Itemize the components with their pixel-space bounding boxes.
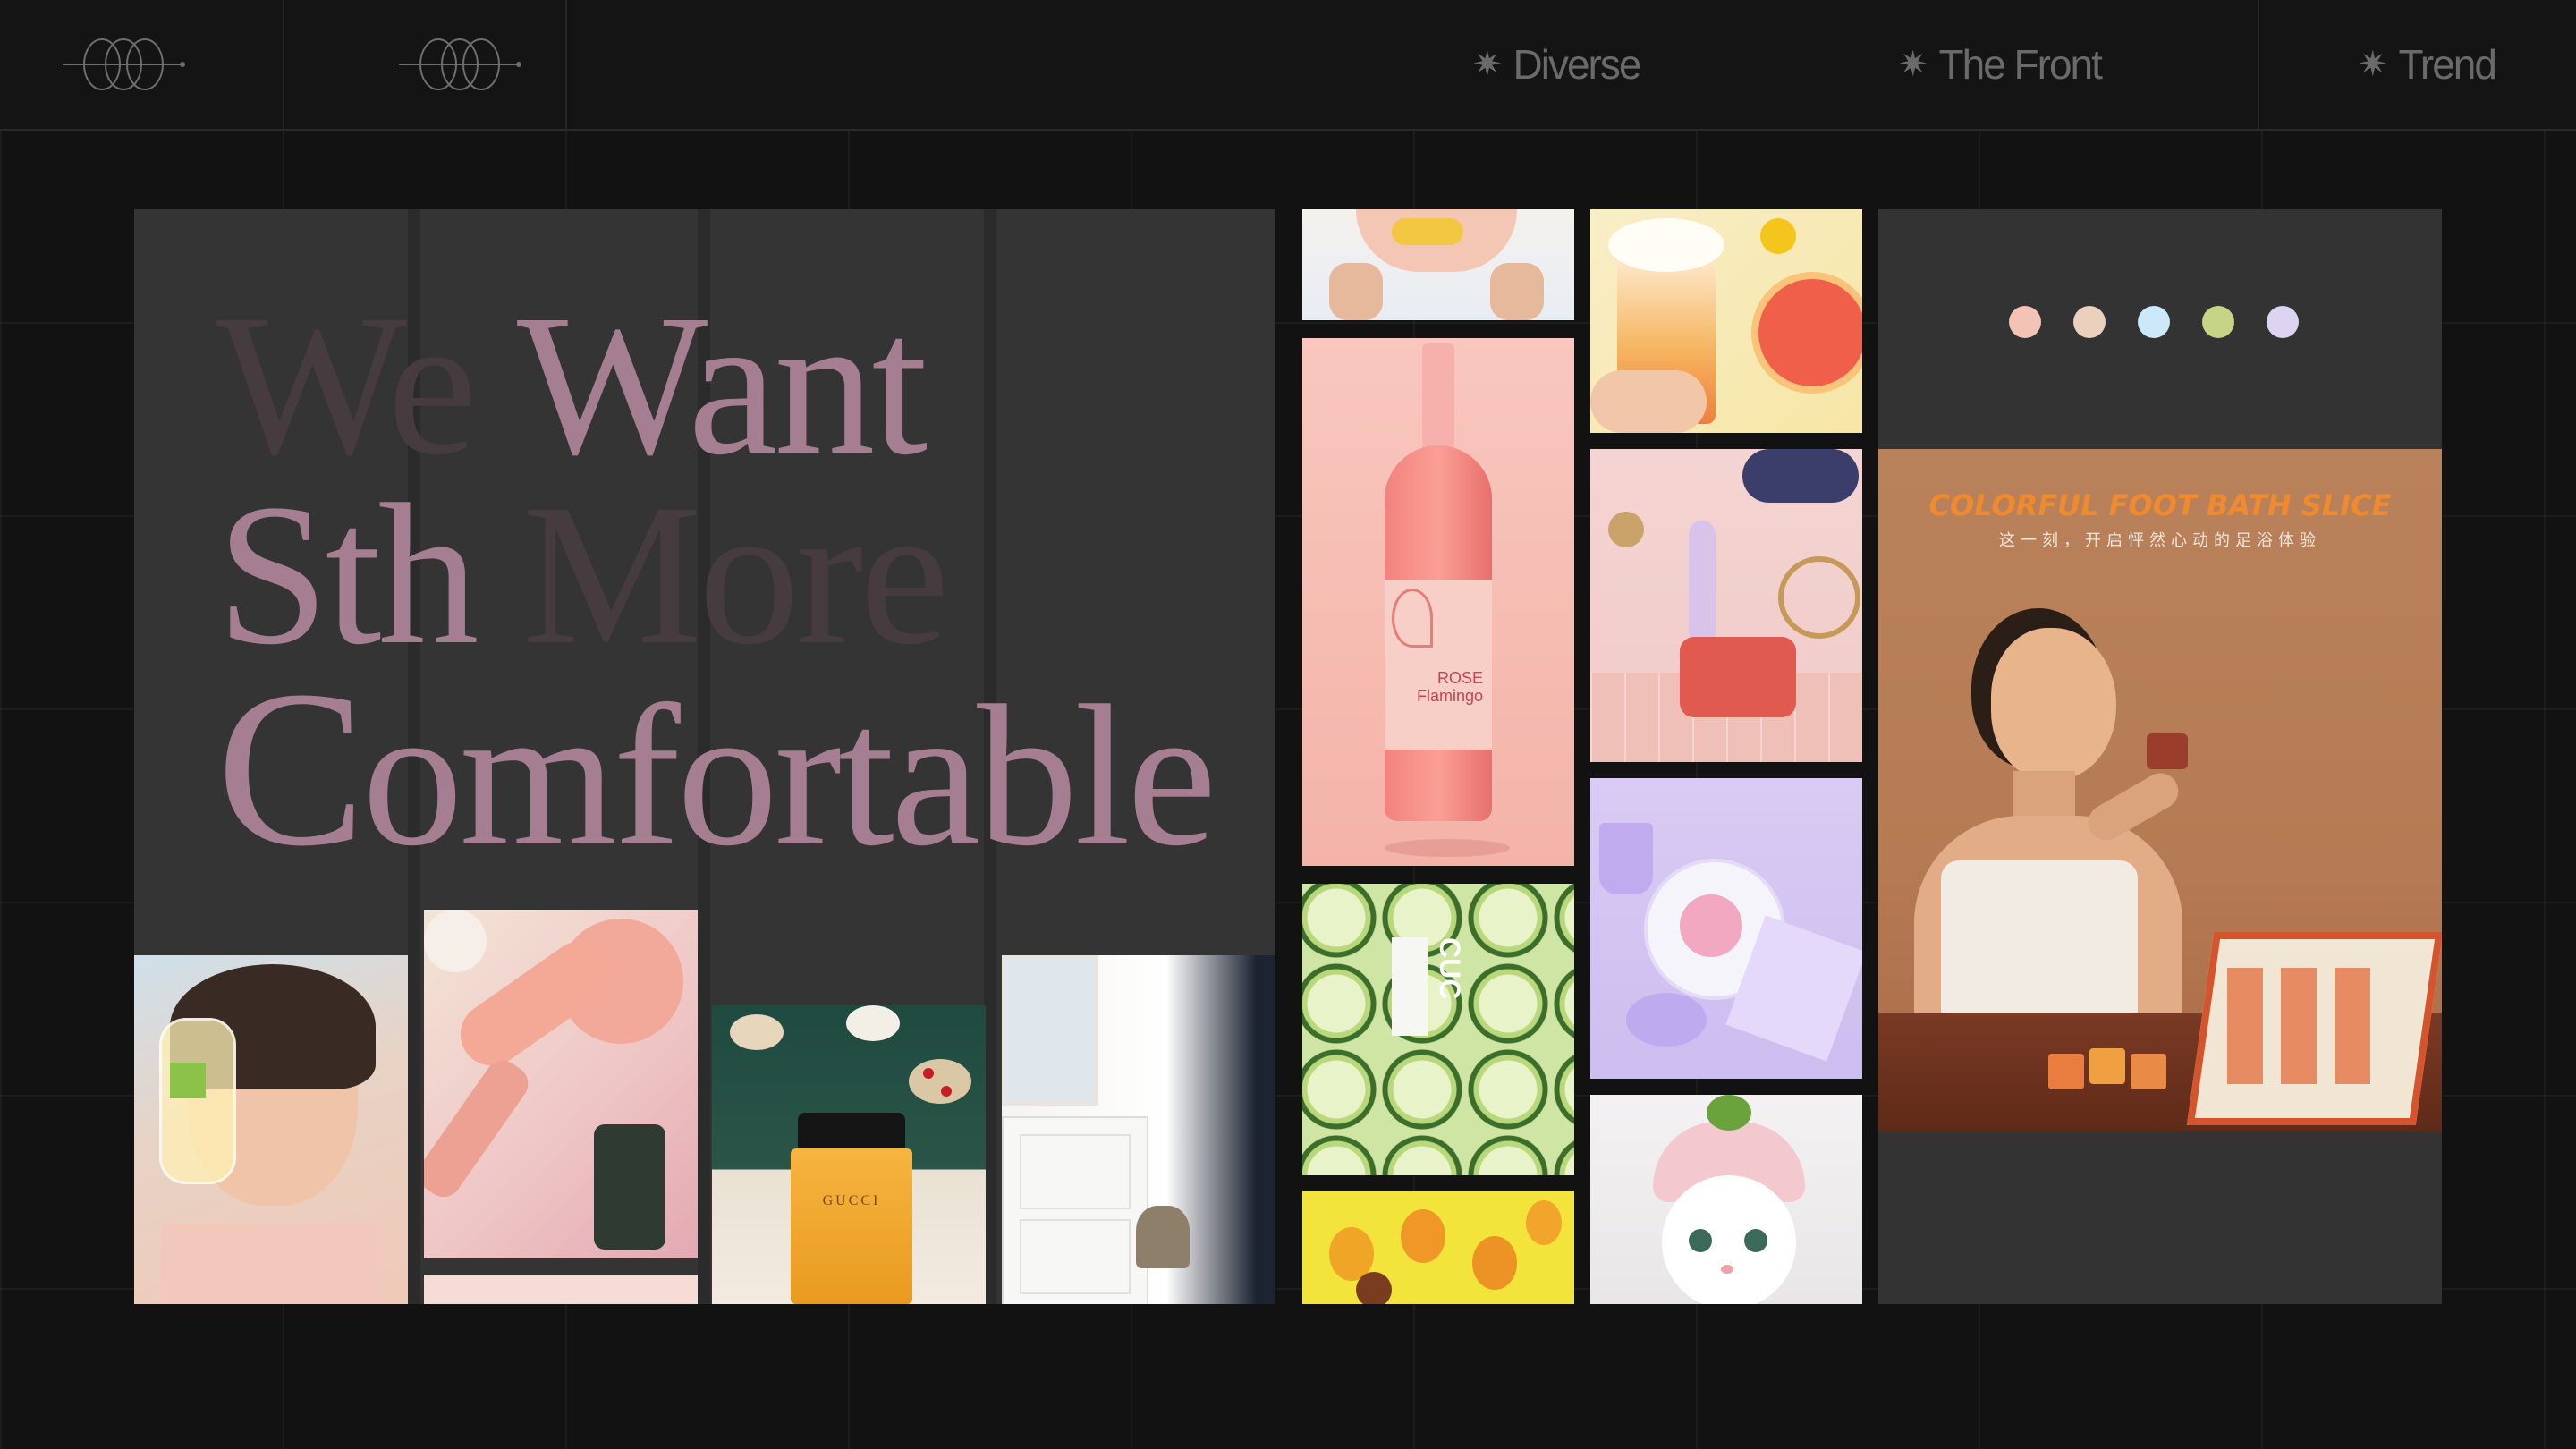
- cucumber-label: CUC: [1434, 937, 1466, 1000]
- purple-tableware-photo: [1590, 778, 1862, 1079]
- color-swatch: [2009, 306, 2041, 338]
- color-swatches: [2009, 306, 2299, 338]
- color-swatch: [2267, 306, 2299, 338]
- perfume-bottle-photo: GUCCI: [712, 1005, 986, 1304]
- top-bar: ✷ Diverse ✷ The Front ✷ Trend: [0, 0, 2576, 131]
- color-swatch: [2138, 306, 2170, 338]
- rose-wine-bottle-photo: ROSE Flamingo: [1302, 338, 1574, 866]
- page-title: We Want Sth More Comfortable: [216, 284, 1245, 881]
- color-swatch: [2202, 306, 2234, 338]
- beauty-products-flatlay-photo: [1590, 449, 1862, 762]
- perfume-label: GUCCI: [822, 1193, 881, 1208]
- nav-item-the-front[interactable]: ✷ The Front: [1898, 39, 2103, 89]
- headline-line-3: Comfortable: [216, 657, 1245, 881]
- cucumber-slices-photo: CUC: [1302, 884, 1574, 1175]
- sparkle-icon: ✷: [2358, 45, 2387, 84]
- headline-line-2: Sth More: [216, 473, 1245, 675]
- rings-logo-icon: [399, 38, 521, 90]
- nav-divider: [2258, 0, 2259, 129]
- nav-item-label: Diverse: [1513, 41, 1642, 88]
- nav-item-trend[interactable]: ✷ Trend: [2358, 39, 2497, 89]
- rings-logo-icon: [63, 38, 185, 90]
- bottle-label-line-2: Flamingo: [1416, 687, 1483, 705]
- white-cabinet-photo: [1002, 955, 1275, 1304]
- hair-dryer-photo: [424, 910, 698, 1258]
- woman-with-drink-photo: [134, 955, 408, 1304]
- bottle-label-line-1: ROSE: [1436, 669, 1483, 687]
- sparkle-icon: ✷: [1472, 45, 1502, 84]
- headline-word: omfortable: [361, 664, 1217, 887]
- nav-item-label: The Front: [1938, 41, 2103, 88]
- poster-title: COLORFUL FOOT BATH SLICE: [1928, 488, 2392, 522]
- nav-item-diverse[interactable]: ✷ Diverse: [1472, 39, 1642, 89]
- headline-word: C: [216, 645, 366, 893]
- nav-divider: [565, 0, 567, 129]
- sparkle-icon: ✷: [1898, 45, 1928, 84]
- color-swatch: [2073, 306, 2106, 338]
- headline-word: More: [521, 462, 950, 686]
- kitten-in-cap-photo: [1590, 1095, 1862, 1304]
- loquat-fruit-photo: [1302, 1191, 1574, 1304]
- food-plate-photo: [1302, 209, 1574, 320]
- foot-bath-poster: COLORFUL FOOT BATH SLICE 这一刻，开启怦然心动的足浴体验: [1878, 449, 2442, 1132]
- nav-divider: [283, 0, 284, 129]
- nav-item-label: Trend: [2398, 41, 2497, 88]
- poster-subtitle: 这一刻，开启怦然心动的足浴体验: [1999, 531, 2321, 550]
- pink-photo-strip: [424, 1275, 698, 1304]
- headline-line-1: We Want: [216, 284, 1245, 486]
- drink-and-grapefruit-photo: [1590, 209, 1862, 433]
